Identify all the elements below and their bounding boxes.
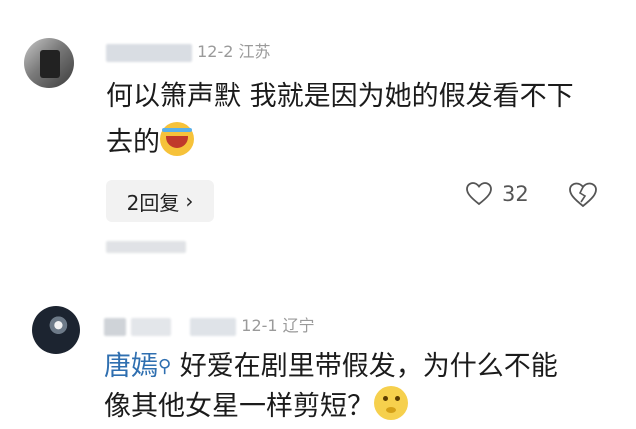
like-count: 32 bbox=[502, 182, 529, 206]
comment-text-continued: 去的 bbox=[106, 120, 194, 165]
username-redacted bbox=[106, 43, 192, 62]
dislike-button[interactable] bbox=[568, 182, 598, 212]
comment-text: 唐嫣⚲ 好爱在剧里带假发，为什么不能 bbox=[104, 351, 558, 382]
thinking-emoji-icon bbox=[374, 386, 408, 420]
faded-caption bbox=[106, 236, 186, 253]
laughing-crying-emoji-icon bbox=[160, 122, 194, 156]
comment-text-continued: 像其他女星一样剪短？ bbox=[104, 384, 408, 429]
view-replies-button[interactable]: 2回复 › bbox=[106, 180, 214, 222]
mention-link[interactable]: 唐嫣 bbox=[104, 351, 158, 382]
username-redacted bbox=[104, 317, 126, 336]
broken-heart-icon bbox=[569, 182, 597, 208]
chevron-right-icon: › bbox=[185, 189, 194, 213]
comment-meta: 12-1 辽宁 bbox=[104, 312, 315, 336]
avatar[interactable] bbox=[24, 38, 74, 88]
comment-text: 何以箫声默 我就是因为她的假发看不下 bbox=[106, 81, 574, 112]
comment-meta: 12-2 江苏 bbox=[106, 38, 271, 62]
avatar[interactable] bbox=[32, 306, 80, 354]
comment-date-location: 12-2 江苏 bbox=[197, 42, 271, 61]
comment-date-location: 12-1 辽宁 bbox=[241, 316, 315, 335]
search-icon: ⚲ bbox=[158, 356, 172, 377]
heart-icon bbox=[466, 182, 492, 206]
like-button[interactable]: 32 bbox=[466, 182, 529, 206]
